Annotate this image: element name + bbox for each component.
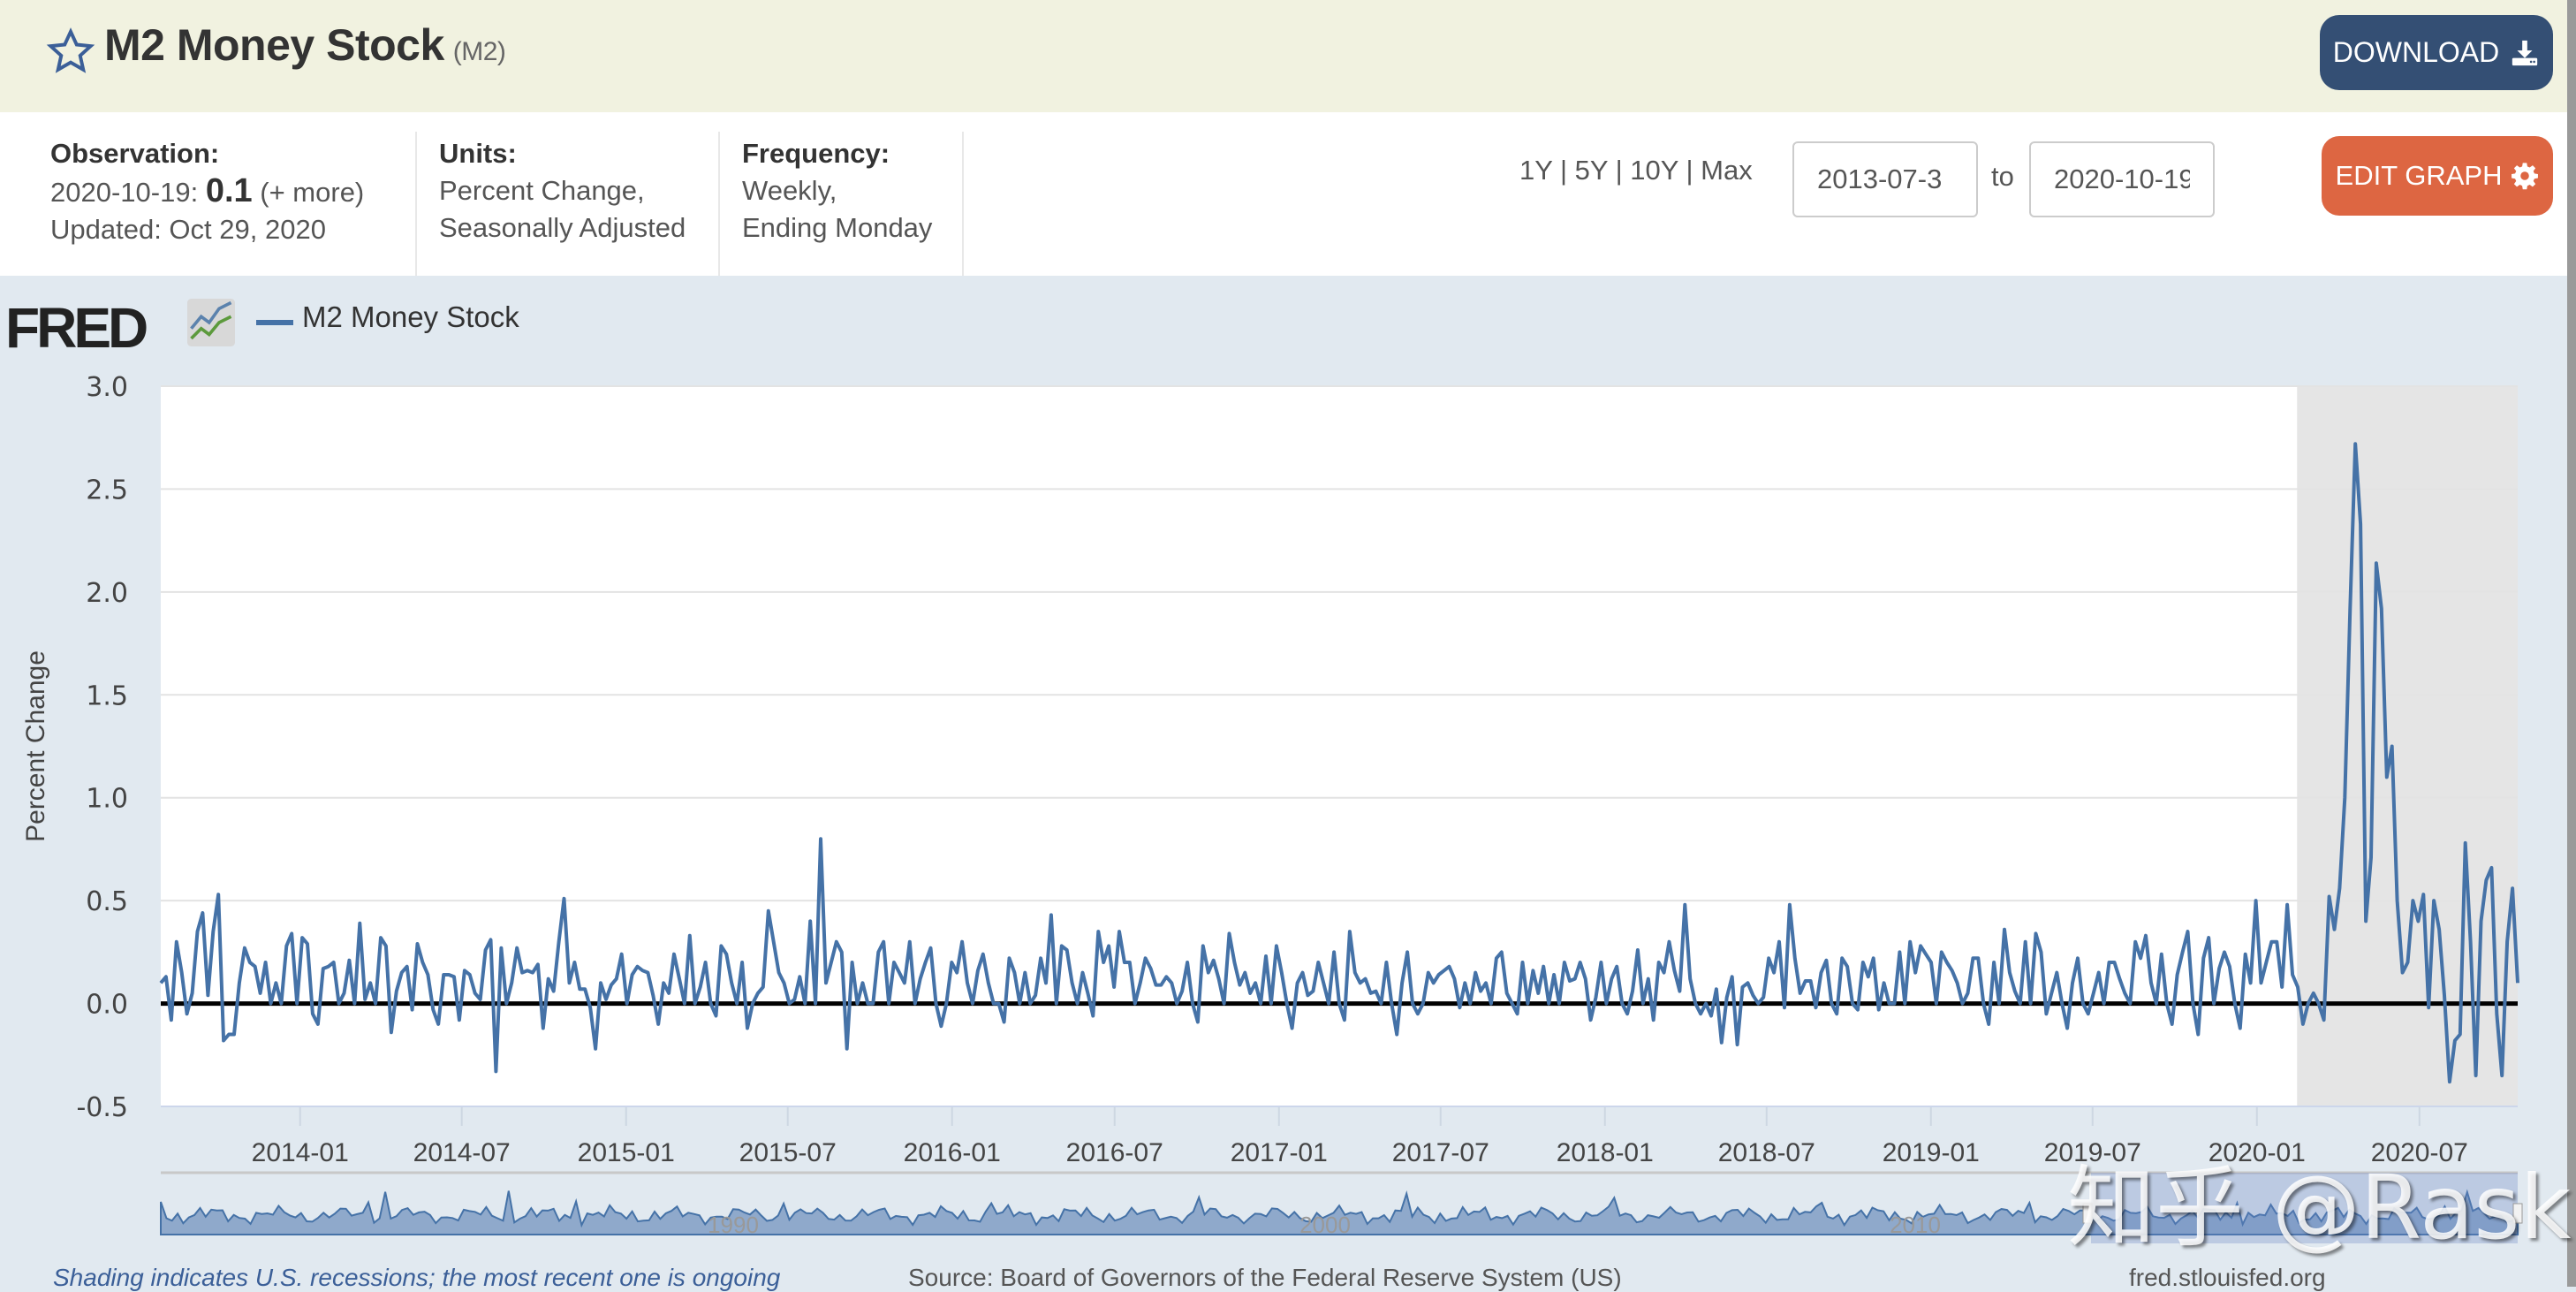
edit-graph-button[interactable]: EDIT GRAPH xyxy=(2322,136,2553,216)
range-separator: | xyxy=(1678,155,1701,186)
range-1y[interactable]: 1Y xyxy=(1519,155,1552,186)
x-tick-label: 2014-07 xyxy=(413,1138,511,1167)
series-title: M2 Money Stock xyxy=(104,20,444,70)
recession-note[interactable]: Shading indicates U.S. recessions; the m… xyxy=(53,1264,780,1292)
y-tick-label: 3.0 xyxy=(86,372,128,403)
y-tick-label: 0.5 xyxy=(86,886,128,917)
range-separator: | xyxy=(1552,155,1575,186)
range-5y[interactable]: 5Y xyxy=(1575,155,1608,186)
x-tick-label: 2018-07 xyxy=(1718,1138,1815,1167)
x-tick-label: 2017-01 xyxy=(1231,1138,1328,1167)
observation-label: Observation: xyxy=(50,138,220,169)
x-tick-label: 2014-01 xyxy=(252,1138,349,1167)
y-tick-label: 1.0 xyxy=(86,784,128,815)
range-selector: 1Y | 5Y | 10Y | Max xyxy=(1519,155,1753,186)
navigator-year-label: 2010 xyxy=(1890,1212,1941,1238)
x-tick-label: 2015-01 xyxy=(578,1138,675,1167)
page-title: M2 Money Stock (M2) xyxy=(104,19,506,71)
x-tick-label: 2016-01 xyxy=(904,1138,1001,1167)
series-info-bar: Observation: 2020-10-19: 0.1 (+ more) Up… xyxy=(0,112,2567,276)
gear-icon xyxy=(2512,163,2539,190)
observation-value: 0.1 xyxy=(205,172,253,209)
watermark: 知乎 @Raski xyxy=(2067,1156,2576,1259)
end-date-input[interactable] xyxy=(2029,141,2215,217)
range-max[interactable]: Max xyxy=(1701,155,1753,186)
divider xyxy=(962,132,964,276)
series-code: (M2) xyxy=(452,37,506,66)
star-outline-icon[interactable] xyxy=(46,27,95,76)
range-separator: | xyxy=(1608,155,1631,186)
y-tick-label: 2.0 xyxy=(86,578,128,609)
recession-shading xyxy=(2297,386,2518,1106)
observation-date: 2020-10-19: xyxy=(50,177,199,208)
x-tick-label: 2015-07 xyxy=(739,1138,837,1167)
download-icon xyxy=(2512,40,2538,65)
y-axis-label: Percent Change xyxy=(21,650,50,842)
site-link[interactable]: fred.stlouisfed.org xyxy=(2129,1264,2326,1292)
start-date-input[interactable] xyxy=(1792,141,1978,217)
navigator-year-label: 2000 xyxy=(1299,1212,1351,1238)
updated-date: Updated: Oct 29, 2020 xyxy=(50,214,326,245)
x-tick-label: 2019-01 xyxy=(1883,1138,1980,1167)
y-tick-label: -0.5 xyxy=(76,1092,128,1123)
navigator-year-label: 1990 xyxy=(708,1212,759,1238)
observation-line: 2020-10-19: 0.1 (+ more) xyxy=(50,172,364,211)
source-note[interactable]: Source: Board of Governors of the Federa… xyxy=(908,1264,1622,1292)
frequency-block: Frequency: Weekly, Ending Monday xyxy=(742,135,932,247)
units-block: Units: Percent Change, Seasonally Adjust… xyxy=(439,135,686,247)
x-tick-label: 2018-01 xyxy=(1557,1138,1654,1167)
divider xyxy=(718,132,720,276)
frequency-label: Frequency: xyxy=(742,138,890,169)
units-label: Units: xyxy=(439,138,517,169)
download-button[interactable]: DOWNLOAD xyxy=(2320,15,2553,90)
y-tick-label: 0.0 xyxy=(86,990,128,1021)
x-tick-label: 2017-07 xyxy=(1392,1138,1489,1167)
divider xyxy=(415,132,417,276)
y-tick-label: 2.5 xyxy=(86,475,128,505)
download-label: DOWNLOAD xyxy=(2332,36,2500,68)
series-header: M2 Money Stock (M2) DOWNLOAD xyxy=(0,0,2567,112)
observation-block: Observation: 2020-10-19: 0.1 (+ more) Up… xyxy=(50,135,364,248)
range-10y[interactable]: 10Y xyxy=(1630,155,1678,186)
units-line2: Seasonally Adjusted xyxy=(439,212,686,243)
page-scrollbar[interactable] xyxy=(2567,0,2576,1287)
edit-graph-label: EDIT GRAPH xyxy=(2335,160,2503,191)
frequency-line2: Ending Monday xyxy=(742,212,933,243)
observation-more-link[interactable]: (+ more) xyxy=(260,177,364,208)
to-label: to xyxy=(1991,161,2014,192)
frequency-line1: Weekly, xyxy=(742,175,837,206)
y-tick-label: 1.5 xyxy=(86,680,128,711)
x-tick-label: 2016-07 xyxy=(1066,1138,1163,1167)
units-line1: Percent Change, xyxy=(439,175,645,206)
